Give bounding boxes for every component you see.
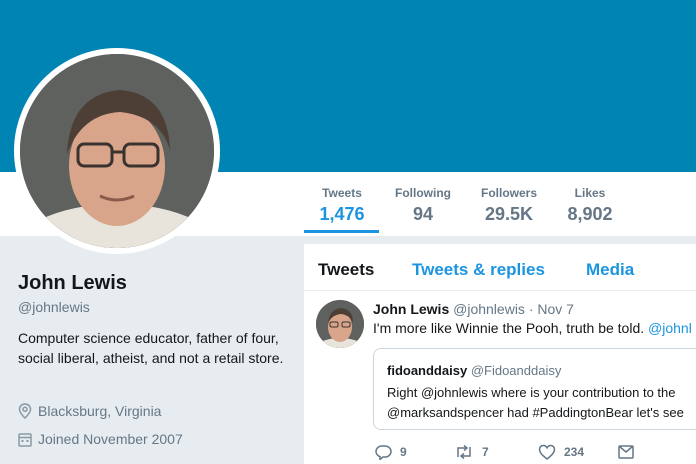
retweet-count: 7 (482, 445, 489, 459)
profile-joined: Joined November 2007 (18, 431, 183, 447)
tweet-author-handle: @johnlewis (453, 301, 525, 317)
joined-text: Joined November 2007 (38, 431, 183, 447)
message-button[interactable] (618, 445, 642, 459)
tweet-actions: 9 7 234 (374, 444, 642, 460)
calendar-icon (18, 432, 32, 447)
quoted-author-handle: @Fidoanddaisy (470, 363, 562, 378)
reply-count: 9 (400, 445, 407, 459)
stat-value: 29.5K (484, 204, 534, 224)
tweet-date[interactable]: Nov 7 (537, 301, 574, 317)
stat-value: 1,476 (319, 204, 365, 224)
timeline: Tweets Tweets & replies Media John Lewis… (304, 244, 696, 464)
profile-bio: Computer science educator, father of fou… (18, 330, 284, 366)
stat-value: 94 (412, 204, 434, 224)
like-button[interactable]: 234 (538, 444, 618, 460)
location-icon (18, 403, 32, 419)
stat-label: Likes (574, 186, 606, 200)
reply-button[interactable]: 9 (374, 444, 454, 460)
active-stat-indicator (304, 230, 379, 233)
stat-label: Tweets (322, 186, 362, 200)
stat-label: Followers (480, 186, 537, 200)
tweet-mention-link[interactable]: @johnl (648, 320, 692, 336)
tab-tweets-replies[interactable]: Tweets & replies (412, 260, 545, 280)
tweet-header: John Lewis @johnlewis · Nov 7 (373, 301, 574, 317)
tweet-text-body: I'm more like Winnie the Pooh, truth be … (373, 320, 649, 336)
quoted-tweet-line: @marksandspencer had #PaddingtonBear let… (387, 405, 684, 420)
retweet-button[interactable]: 7 (454, 444, 538, 460)
tweet-text: I'm more like Winnie the Pooh, truth be … (373, 320, 692, 336)
profile-avatar[interactable] (14, 48, 220, 254)
reply-icon (375, 445, 392, 460)
tweet-author-name[interactable]: John Lewis (373, 301, 449, 317)
profile-photo (20, 54, 214, 248)
profile-location: Blacksburg, Virginia (18, 403, 161, 419)
timeline-tabs: Tweets Tweets & replies Media (304, 244, 696, 291)
stat-likes[interactable]: Likes 8,902 (560, 186, 620, 226)
message-icon (618, 445, 634, 459)
quoted-tweet[interactable]: fidoanddaisy @Fidoanddaisy Right @johnle… (373, 348, 696, 430)
quoted-author-name: fidoanddaisy (387, 363, 468, 378)
stat-tweets[interactable]: Tweets 1,476 (312, 186, 372, 226)
stat-value: 8,902 (567, 204, 613, 224)
like-icon (538, 444, 556, 460)
location-text: Blacksburg, Virginia (38, 403, 162, 419)
tweet-avatar[interactable] (316, 300, 364, 348)
quoted-tweet-header: fidoanddaisy @Fidoanddaisy (387, 363, 561, 378)
profile-handle: @johnlewis (18, 299, 90, 315)
quoted-tweet-line: Right @johnlewis where is your contribut… (387, 385, 676, 400)
tweet-separator: · (524, 301, 538, 317)
like-count: 234 (564, 445, 585, 459)
tab-tweets[interactable]: Tweets (318, 260, 374, 280)
stat-following[interactable]: Following 94 (388, 186, 458, 226)
retweet-icon (457, 444, 471, 460)
tab-media[interactable]: Media (586, 260, 634, 280)
stat-followers[interactable]: Followers 29.5K (474, 186, 544, 226)
profile-name[interactable]: John Lewis (18, 272, 127, 295)
stat-label: Following (395, 186, 451, 200)
